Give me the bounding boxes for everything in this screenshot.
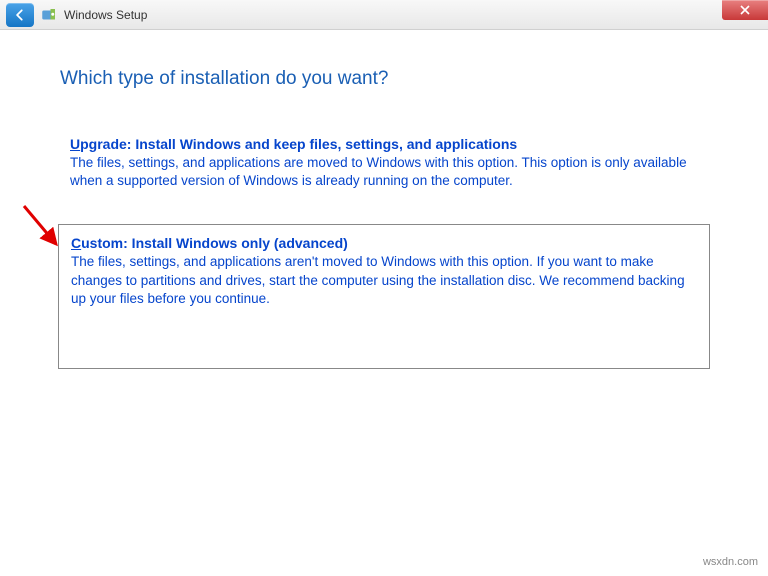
option-custom-desc: The files, settings, and applications ar… (71, 253, 697, 308)
page-heading: Which type of installation do you want? (60, 68, 708, 90)
option-custom[interactable]: Custom: Install Windows only (advanced) … (58, 224, 710, 369)
content-area: Which type of installation do you want? … (0, 30, 768, 369)
option-upgrade[interactable]: Upgrade: Install Windows and keep files,… (60, 130, 708, 196)
watermark: wsxdn.com (703, 556, 758, 568)
option-upgrade-desc: The files, settings, and applications ar… (70, 154, 698, 190)
close-button[interactable] (722, 0, 768, 20)
setup-icon (40, 6, 58, 24)
close-icon (740, 5, 750, 15)
option-upgrade-title: Upgrade: Install Windows and keep files,… (70, 136, 698, 152)
arrow-left-icon (13, 8, 27, 22)
window-title: Windows Setup (64, 8, 147, 22)
back-button[interactable] (6, 3, 34, 27)
option-custom-title: Custom: Install Windows only (advanced) (71, 235, 697, 251)
titlebar: Windows Setup (0, 0, 768, 30)
